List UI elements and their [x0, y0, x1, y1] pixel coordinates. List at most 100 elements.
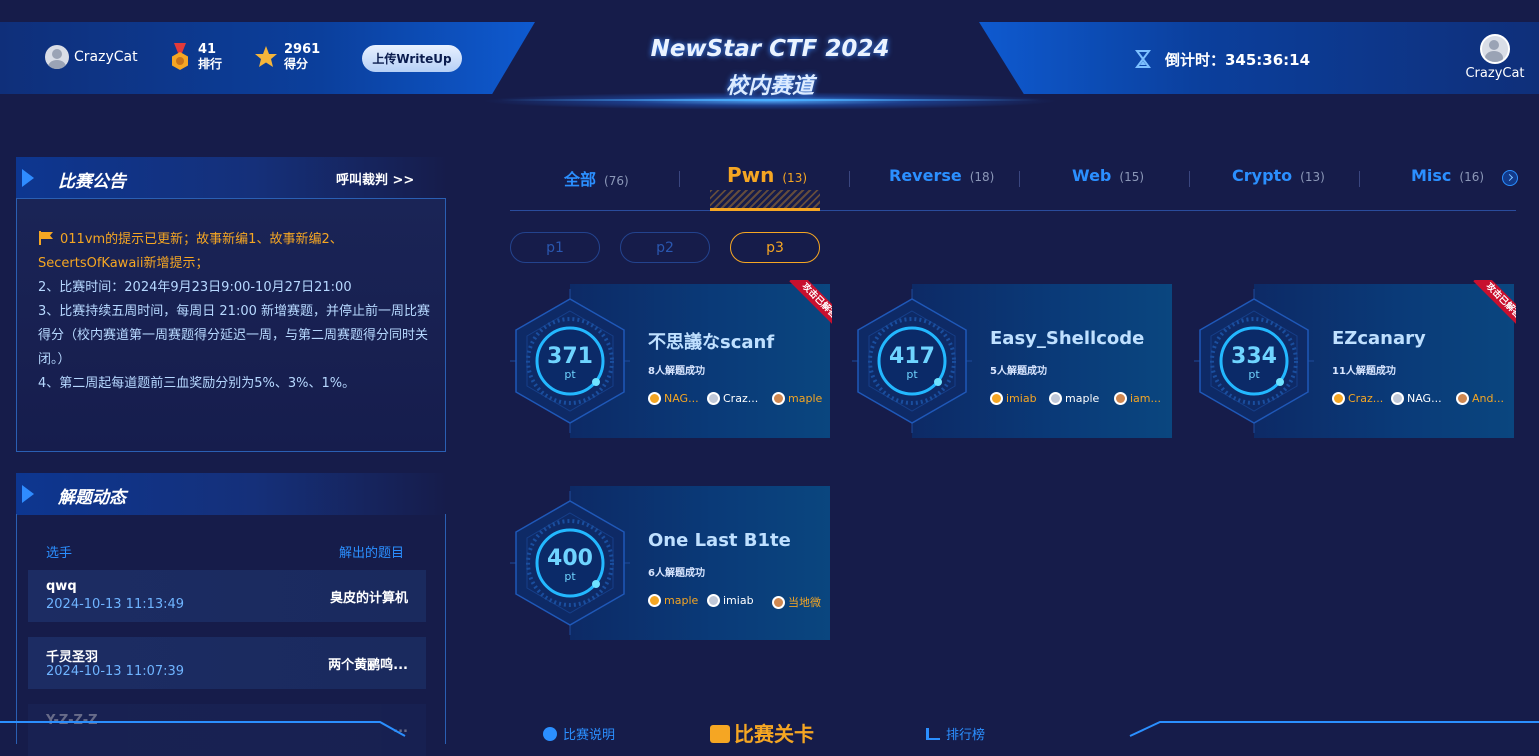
solver-name: imiab — [1006, 392, 1037, 405]
feed-row[interactable]: 千灵圣羽 2024-10-13 11:07:39 两个黄鹂鸣... — [28, 637, 426, 689]
leaderboard-link[interactable]: 排行榜 — [926, 724, 985, 743]
page-p1[interactable]: p1 — [510, 232, 600, 263]
tab-label: Misc — [1411, 166, 1452, 185]
rules-link[interactable]: 比赛说明 — [543, 724, 615, 743]
call-judge-link[interactable]: 呼叫裁判 >> — [336, 169, 414, 188]
upload-writeup-button[interactable]: 上传WriteUp — [362, 45, 462, 72]
page-title: NewStar CTF 2024 — [650, 36, 890, 62]
tab-active-underline — [710, 208, 820, 211]
rank-label: 排行 — [198, 57, 223, 71]
feed-problem: 两个黄鹂鸣... — [328, 658, 408, 673]
tab-web[interactable]: Web (15) — [1072, 166, 1144, 190]
medal-icon — [772, 595, 785, 609]
tab-reverse[interactable]: Reverse (18) — [889, 166, 994, 190]
flag-icon — [39, 231, 53, 245]
info-icon — [543, 726, 557, 741]
points-unit: pt — [906, 368, 918, 381]
points-unit: pt — [1248, 368, 1260, 381]
medal-icon — [1049, 392, 1062, 405]
solver: iam... — [1114, 392, 1161, 405]
solver-name: Craz... — [1348, 392, 1384, 405]
feed-player: 千灵圣羽 — [46, 650, 99, 665]
trophy-icon — [710, 725, 730, 743]
tab-count: (13) — [1300, 170, 1325, 184]
points-unit: pt — [564, 570, 576, 583]
tabs-next-arrow-icon[interactable] — [1502, 170, 1518, 186]
feed-triangle-icon — [22, 485, 34, 503]
leaderboard-label: 排行榜 — [946, 728, 986, 743]
user-info[interactable]: CrazyCat — [45, 45, 138, 69]
solver: NAG... — [648, 392, 699, 405]
challenge-solved-count: 6人解题成功 — [648, 568, 705, 579]
tab-separator — [1019, 171, 1020, 187]
tab-all[interactable]: 全部 (76) — [564, 166, 629, 190]
challenge-name: Easy_Shellcode — [990, 328, 1145, 349]
profile-menu[interactable]: CrazyCat — [1465, 34, 1525, 81]
first-blood-ribbon: 攻击已解答 — [1460, 280, 1516, 336]
score-stat: 2961 得分 — [254, 42, 320, 72]
challenge-card[interactable]: 334 pt EZcanary 11人解题成功 Craz... NAG... A… — [1194, 280, 1516, 438]
score-label: 得分 — [284, 57, 309, 71]
profile-name: CrazyCat — [1465, 66, 1525, 81]
notice-triangle-icon — [22, 169, 34, 187]
notice-line-3: 3、比赛持续五周时间，每周日 21:00 新增赛题，并停止前一周比赛得分（校内赛… — [38, 304, 430, 367]
solver-name: maple — [1065, 392, 1100, 405]
challenge-points: 334 — [1231, 344, 1277, 369]
feed-player: qwq — [46, 579, 77, 594]
solver-name: imiab — [723, 594, 754, 607]
page-subtitle: 校内赛道 — [725, 74, 814, 99]
avatar — [45, 45, 69, 69]
notice-line-4: 4、第二周起每道题前三血奖励分别为5%、3%、1%。 — [38, 376, 356, 391]
medal-icon — [772, 392, 785, 405]
notice-line-1: 011vm的提示已更新；故事新编1、故事新编2、SecertsOfKawaii新… — [38, 228, 430, 276]
feed-title: 解题动态 — [58, 488, 126, 508]
challenge-card[interactable]: 417 pt Easy_Shellcode 5人解题成功 imiab maple… — [852, 284, 1172, 438]
tab-separator — [679, 171, 680, 187]
hourglass-icon — [1135, 50, 1151, 68]
tab-pwn[interactable]: Pwn (13) — [727, 163, 807, 187]
tab-label: 全部 — [564, 170, 597, 189]
challenge-solved-count: 5人解题成功 — [990, 366, 1047, 377]
page-p2[interactable]: p2 — [620, 232, 710, 263]
countdown: 倒计时：345:36:14 — [1165, 51, 1311, 69]
solver: Craz... — [707, 392, 758, 405]
tab-crypto[interactable]: Crypto (13) — [1232, 166, 1325, 190]
feed-time: 2024-10-13 11:07:39 — [46, 664, 185, 679]
challenge-card[interactable]: 371 pt 不思議なscanf 8人解题成功 NAG... Craz... m… — [510, 280, 832, 438]
feed-problem: 臭皮的计算机 — [329, 591, 408, 606]
tab-count: (13) — [782, 171, 808, 185]
medal-icon — [648, 392, 661, 405]
medal-icon — [1114, 392, 1127, 405]
medal-icon — [707, 392, 720, 405]
star-icon — [255, 46, 277, 67]
solver-name: iam... — [1130, 392, 1162, 405]
challenges-nav[interactable]: 比赛关卡 — [710, 718, 814, 747]
medal-icon — [1456, 392, 1469, 405]
feed-row[interactable]: qwq 2024-10-13 11:13:49 臭皮的计算机 — [28, 570, 426, 622]
username: CrazyCat — [74, 49, 138, 65]
challenge-name: 不思議なscanf — [648, 332, 775, 353]
solver: 当地微 — [772, 594, 821, 610]
solver: And... — [1456, 392, 1504, 405]
notice-content: 011vm的提示已更新；故事新编1、故事新编2、SecertsOfKawaii新… — [38, 228, 430, 396]
solver: maple — [772, 392, 822, 405]
points-unit: pt — [564, 368, 576, 381]
feed-col-player: 选手 — [46, 546, 73, 561]
solver: maple — [648, 594, 698, 607]
tab-count: (16) — [1459, 170, 1485, 184]
rules-label: 比赛说明 — [563, 728, 616, 743]
page-p3[interactable]: p3 — [730, 232, 820, 263]
solver: Craz... — [1332, 392, 1383, 405]
tab-misc[interactable]: Misc (16) — [1411, 166, 1484, 190]
ribbon-label: 攻击已解答 — [1473, 280, 1516, 331]
solver: imiab — [707, 594, 754, 607]
challenge-card[interactable]: 400 pt One Last B1te 6人解题成功 maple imiab … — [510, 486, 830, 640]
solver: NAG... — [1391, 392, 1442, 405]
ribbon-label: 攻击已解答 — [789, 280, 832, 331]
tab-separator — [1359, 171, 1360, 187]
notice-title: 比赛公告 — [58, 172, 126, 192]
tab-separator — [849, 171, 850, 187]
tab-count: (18) — [969, 170, 995, 184]
solver-name: maple — [664, 594, 699, 607]
medal-icon — [648, 594, 661, 607]
